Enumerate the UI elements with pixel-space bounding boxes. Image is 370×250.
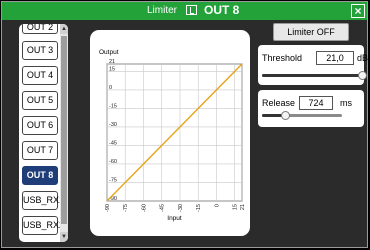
y-tick-label: 21: [109, 59, 115, 65]
y-tick-label: -45: [109, 140, 117, 146]
channel-button-usb-rx2[interactable]: USB_RX2: [22, 216, 64, 235]
threshold-unit: dBu: [357, 53, 370, 63]
x-tick-label: 21: [240, 204, 246, 210]
scroll-thumb[interactable]: [61, 36, 67, 224]
limiter-toggle-button[interactable]: Limiter OFF: [273, 23, 349, 41]
threshold-label: Threshold: [262, 53, 303, 63]
y-tick-label: -30: [109, 122, 117, 128]
x-tick-label: -60: [141, 204, 147, 212]
x-tick-label: -15: [196, 204, 202, 212]
x-axis-label: Input: [167, 215, 182, 222]
y-tick-label: -75: [109, 177, 117, 183]
channel-button-out-8[interactable]: OUT 8: [22, 166, 58, 185]
close-icon: ×: [354, 4, 362, 18]
x-tick-label: -75: [123, 204, 129, 212]
y-tick-label: -60: [109, 159, 117, 165]
y-tick-label: -15: [109, 103, 117, 109]
threshold-slider[interactable]: [262, 74, 362, 77]
y-tick-label: 15: [109, 66, 115, 72]
release-unit: ms: [340, 98, 352, 108]
threshold-panel: Threshold 21,0 dBu: [258, 45, 370, 85]
x-tick-label: -90: [105, 204, 111, 212]
threshold-input[interactable]: 21,0: [316, 51, 354, 65]
channel-title: OUT 8: [204, 3, 240, 17]
scroll-down-icon[interactable]: ▼: [60, 232, 68, 242]
channel-button-out-5[interactable]: OUT 5: [22, 91, 58, 110]
channel-list: OUT 2 OUT 3 OUT 4 OUT 5 OUT 6 OUT 7 OUT 8 USB_R…: [19, 24, 68, 242]
release-label: Release: [262, 98, 296, 108]
y-axis-label: Output: [99, 49, 119, 56]
release-slider[interactable]: [262, 114, 342, 117]
x-tick-label: 15: [233, 204, 239, 210]
threshold-slider-fill: [262, 74, 362, 77]
limiter-icon: [186, 5, 197, 15]
y-tick-label: 0: [109, 85, 112, 91]
title-bar: Limiter OUT 8 ×: [2, 2, 367, 20]
limiter-chart: -90 -75 -60 -45 -30 -15 0 15 21 21 15 0 -15 -30 -45 -60…: [90, 30, 250, 236]
channel-button-usb-rx1[interactable]: USB_RX1: [22, 191, 64, 210]
channel-button-out-7[interactable]: OUT 7: [22, 141, 58, 160]
x-tick-label: 0: [214, 204, 220, 207]
x-tick-label: -45: [160, 204, 166, 212]
channel-scrollbar[interactable]: ▲ ▼: [60, 24, 68, 242]
release-panel: Release 724 ms: [258, 90, 364, 127]
channel-button-out-3[interactable]: OUT 3: [22, 41, 58, 60]
channel-button-out-6[interactable]: OUT 6: [22, 116, 58, 135]
channel-button-out-4[interactable]: OUT 4: [22, 66, 58, 85]
title-label: Limiter: [147, 5, 178, 16]
chart-svg: -90 -75 -60 -45 -30 -15 0 15 2121150-15-30-45-60…: [99, 49, 246, 222]
close-button[interactable]: ×: [351, 4, 365, 18]
scroll-up-icon[interactable]: ▲: [60, 24, 68, 34]
threshold-slider-knob[interactable]: [357, 71, 367, 80]
x-tick-label: -30: [178, 204, 184, 212]
channel-button-out-2[interactable]: OUT 2: [22, 24, 58, 34]
release-input[interactable]: 724: [299, 96, 333, 110]
release-slider-knob[interactable]: [280, 111, 290, 120]
